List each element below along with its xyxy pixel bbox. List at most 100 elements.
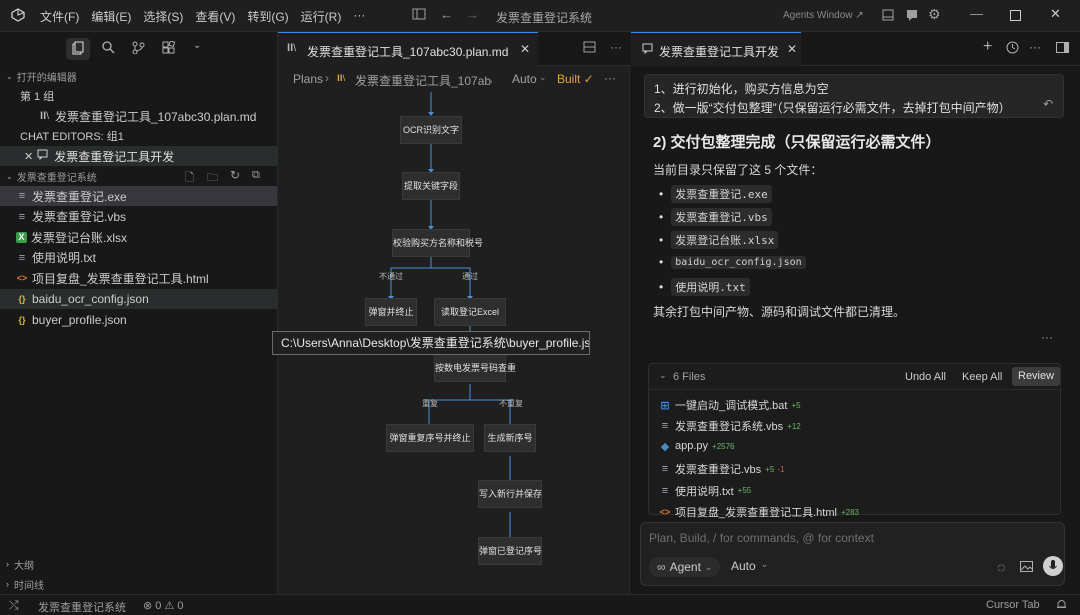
tab-chat[interactable]: 发票查重登记工具开发 ✕ [631, 32, 801, 66]
menu-edit[interactable]: 编辑(E) [85, 8, 137, 25]
file-tree-item[interactable]: {} buyer_profile.json [0, 310, 277, 330]
flow-node-popup-registered[interactable]: 弹窗已登记序号 [478, 537, 542, 565]
changed-file-row[interactable]: <> 项目复盘_发票查重登记工具.html +283 [659, 504, 859, 520]
flow-node-new-serial[interactable]: 生成新序号 [484, 424, 536, 452]
chevron-down-icon[interactable]: ⌄ [193, 40, 201, 51]
list-item: • baidu_ocr_config.json [659, 255, 806, 269]
restore-checkpoint-icon[interactable]: ↶ [1043, 97, 1053, 111]
flow-node-ocr[interactable]: OCR识别文字 [400, 116, 462, 144]
agents-window-button[interactable]: Agents Window ↗ [783, 10, 864, 21]
minimize-icon[interactable]: — [970, 6, 983, 21]
outline-section[interactable]: › 大纲 [0, 554, 277, 574]
project-section[interactable]: ⌄ 发票查重登记系统 🗋 🗀 ↻ ⧉ [0, 166, 277, 186]
file-tree-item[interactable]: <> 项目复盘_发票查重登记工具.html [0, 268, 277, 288]
agent-mode-dropdown[interactable]: ∞ Agent ⌄ [649, 557, 721, 577]
settings-gear-icon[interactable]: ⚙ [928, 6, 941, 23]
file-tree-item[interactable]: ≡ 使用说明.txt [0, 248, 277, 268]
changed-file-row[interactable]: ≡ 发票查重登记.vbs +5 -1 [659, 461, 785, 477]
flow-node-dedupe[interactable]: 按数电发票号码查重 [434, 354, 516, 382]
changed-file-row[interactable]: ≡ 使用说明.txt +55 [659, 483, 751, 499]
menu-selection[interactable]: 选择(S) [137, 8, 189, 25]
timeline-section[interactable]: › 时间线 [0, 574, 277, 594]
keep-all-button[interactable]: Keep All [962, 371, 1002, 383]
collapse-all-icon[interactable]: ⧉ [252, 169, 260, 182]
flow-node-popup-stop[interactable]: 弹窗并终止 [365, 298, 417, 326]
source-control-icon[interactable] [132, 41, 145, 57]
chat-input-box[interactable]: Plan, Build, / for commands, @ for conte… [640, 522, 1065, 586]
chat-input-placeholder[interactable]: Plan, Build, / for commands, @ for conte… [649, 531, 874, 545]
cursor-tab-status[interactable]: Cursor Tab [986, 599, 1040, 611]
changed-file-row[interactable]: ≡ 发票查重登记系统.vbs +12 [659, 418, 801, 434]
file-tree-item[interactable]: ≡ 发票查重登记.vbs [0, 207, 277, 227]
flow-node-validate[interactable]: 校验购买方名称和税号 [392, 229, 483, 257]
changed-file-row[interactable]: ◆ app.py +2576 [659, 440, 735, 453]
built-status[interactable]: Built ✓ [557, 72, 594, 86]
close-icon[interactable]: ✕ [24, 150, 33, 163]
more-actions-icon[interactable]: ··· [604, 71, 616, 85]
response-outro: 其余打包中间产物、源码和调试文件都已清理。 [653, 305, 906, 319]
chat-editors-section[interactable]: CHAT EDITORS: 组1 [0, 126, 277, 146]
changed-file-name: app.py [675, 440, 709, 453]
flow-node-write-save[interactable]: 写入新行并保存 [478, 480, 542, 508]
changed-file-row[interactable]: ⊞ 一键启动_调试模式.bat +5 [659, 397, 800, 413]
open-editor-plan[interactable]: 𝐈𝐈\ 发票查重登记工具_107abc30.plan.md [0, 106, 277, 126]
status-project[interactable]: 发票查重登记系统 [38, 599, 126, 615]
flow-node-dup-stop[interactable]: 弹窗重复序号并终止 [386, 424, 474, 452]
menu-more[interactable]: ··· [347, 8, 371, 25]
more-actions-icon[interactable]: ··· [1029, 40, 1041, 54]
lines-added: +12 [787, 421, 801, 431]
flow-node-extract[interactable]: 提取关键字段 [402, 172, 460, 200]
model-dropdown[interactable]: Auto ⌄ [731, 559, 768, 573]
mode-auto[interactable]: Auto [512, 72, 537, 86]
remote-icon[interactable]: ⤭ [9, 598, 19, 613]
chevron-down-icon[interactable]: ⌄ [659, 370, 667, 381]
search-icon[interactable] [102, 41, 115, 57]
tab-plan-file[interactable]: 𝐈𝐈\ 发票查重登记工具_107abc30.plan.md ✕ [278, 32, 538, 66]
image-attach-icon[interactable] [1020, 561, 1033, 575]
edge-label-fail: 不通过 [379, 272, 403, 281]
extensions-icon[interactable] [162, 40, 176, 57]
back-arrow-icon[interactable]: ← [440, 7, 453, 22]
file-tree-item[interactable]: {} baidu_ocr_config.json [0, 289, 277, 309]
chat-icon[interactable] [906, 9, 918, 24]
close-icon[interactable]: ✕ [520, 42, 530, 56]
menu-run[interactable]: 运行(R) [295, 8, 348, 25]
toggle-sidebar-icon[interactable] [412, 8, 426, 23]
explorer-files-icon[interactable] [66, 38, 90, 60]
toggle-panel-icon[interactable] [1056, 42, 1069, 56]
chat-editor-label: 发票查重登记工具开发 [54, 149, 175, 164]
undo-all-button[interactable]: Undo All [905, 371, 946, 383]
microphone-icon[interactable] [1043, 556, 1063, 576]
menu-view[interactable]: 查看(V) [189, 8, 241, 25]
close-icon[interactable]: ✕ [787, 42, 797, 56]
problems-count[interactable]: ⊗ 0 ⚠ 0 [143, 599, 183, 612]
breadcrumb-file[interactable]: 发票查重登记工具_107abc [355, 72, 492, 89]
list-item: • 使用说明.txt [659, 278, 750, 296]
forward-arrow-icon[interactable]: → [466, 7, 479, 22]
open-editors-section[interactable]: ⌄ 打开的编辑器 [0, 66, 277, 86]
close-window-icon[interactable]: ✕ [1050, 6, 1061, 22]
history-icon[interactable] [1006, 41, 1019, 57]
more-actions-icon[interactable]: ··· [610, 40, 622, 54]
notifications-bell-icon[interactable] [1056, 598, 1067, 613]
more-actions-icon[interactable]: ··· [1041, 330, 1053, 344]
layout-icon[interactable] [882, 9, 894, 24]
flow-node-read-excel[interactable]: 读取登记Excel [434, 298, 506, 326]
refresh-icon[interactable]: ↻ [230, 168, 240, 182]
new-chat-plus-icon[interactable]: + [983, 38, 992, 56]
menu-file[interactable]: 文件(F) [34, 8, 85, 25]
chat-editor-item[interactable]: ✕ 发票查重登记工具开发 [0, 146, 277, 166]
review-button[interactable]: Review [1012, 367, 1061, 386]
file-type-icon: <> [659, 507, 671, 517]
section-title: 时间线 [14, 580, 44, 592]
file-tree-item[interactable]: X 发票登记台账.xlsx [0, 227, 277, 247]
split-editor-icon[interactable] [583, 41, 596, 56]
file-tree-item[interactable]: ≡ 发票查重登记.exe [0, 186, 277, 206]
changed-files-panel: ⌄ 6 Files Undo All Keep All Review ⊞ 一键启动… [648, 363, 1061, 519]
file-tree-label: 项目复盘_发票查重登记工具.html [32, 271, 209, 286]
breadcrumb-root[interactable]: Plans [293, 72, 323, 86]
menu-go[interactable]: 转到(G) [241, 8, 294, 25]
editor-group-1[interactable]: 第 1 组 [0, 86, 277, 106]
maximize-icon[interactable] [1010, 9, 1021, 24]
user-message[interactable]: 1、进行初始化，购买方信息为空 2、做一版“交付包整理”（只保留运行必需文件，去… [644, 74, 1064, 118]
